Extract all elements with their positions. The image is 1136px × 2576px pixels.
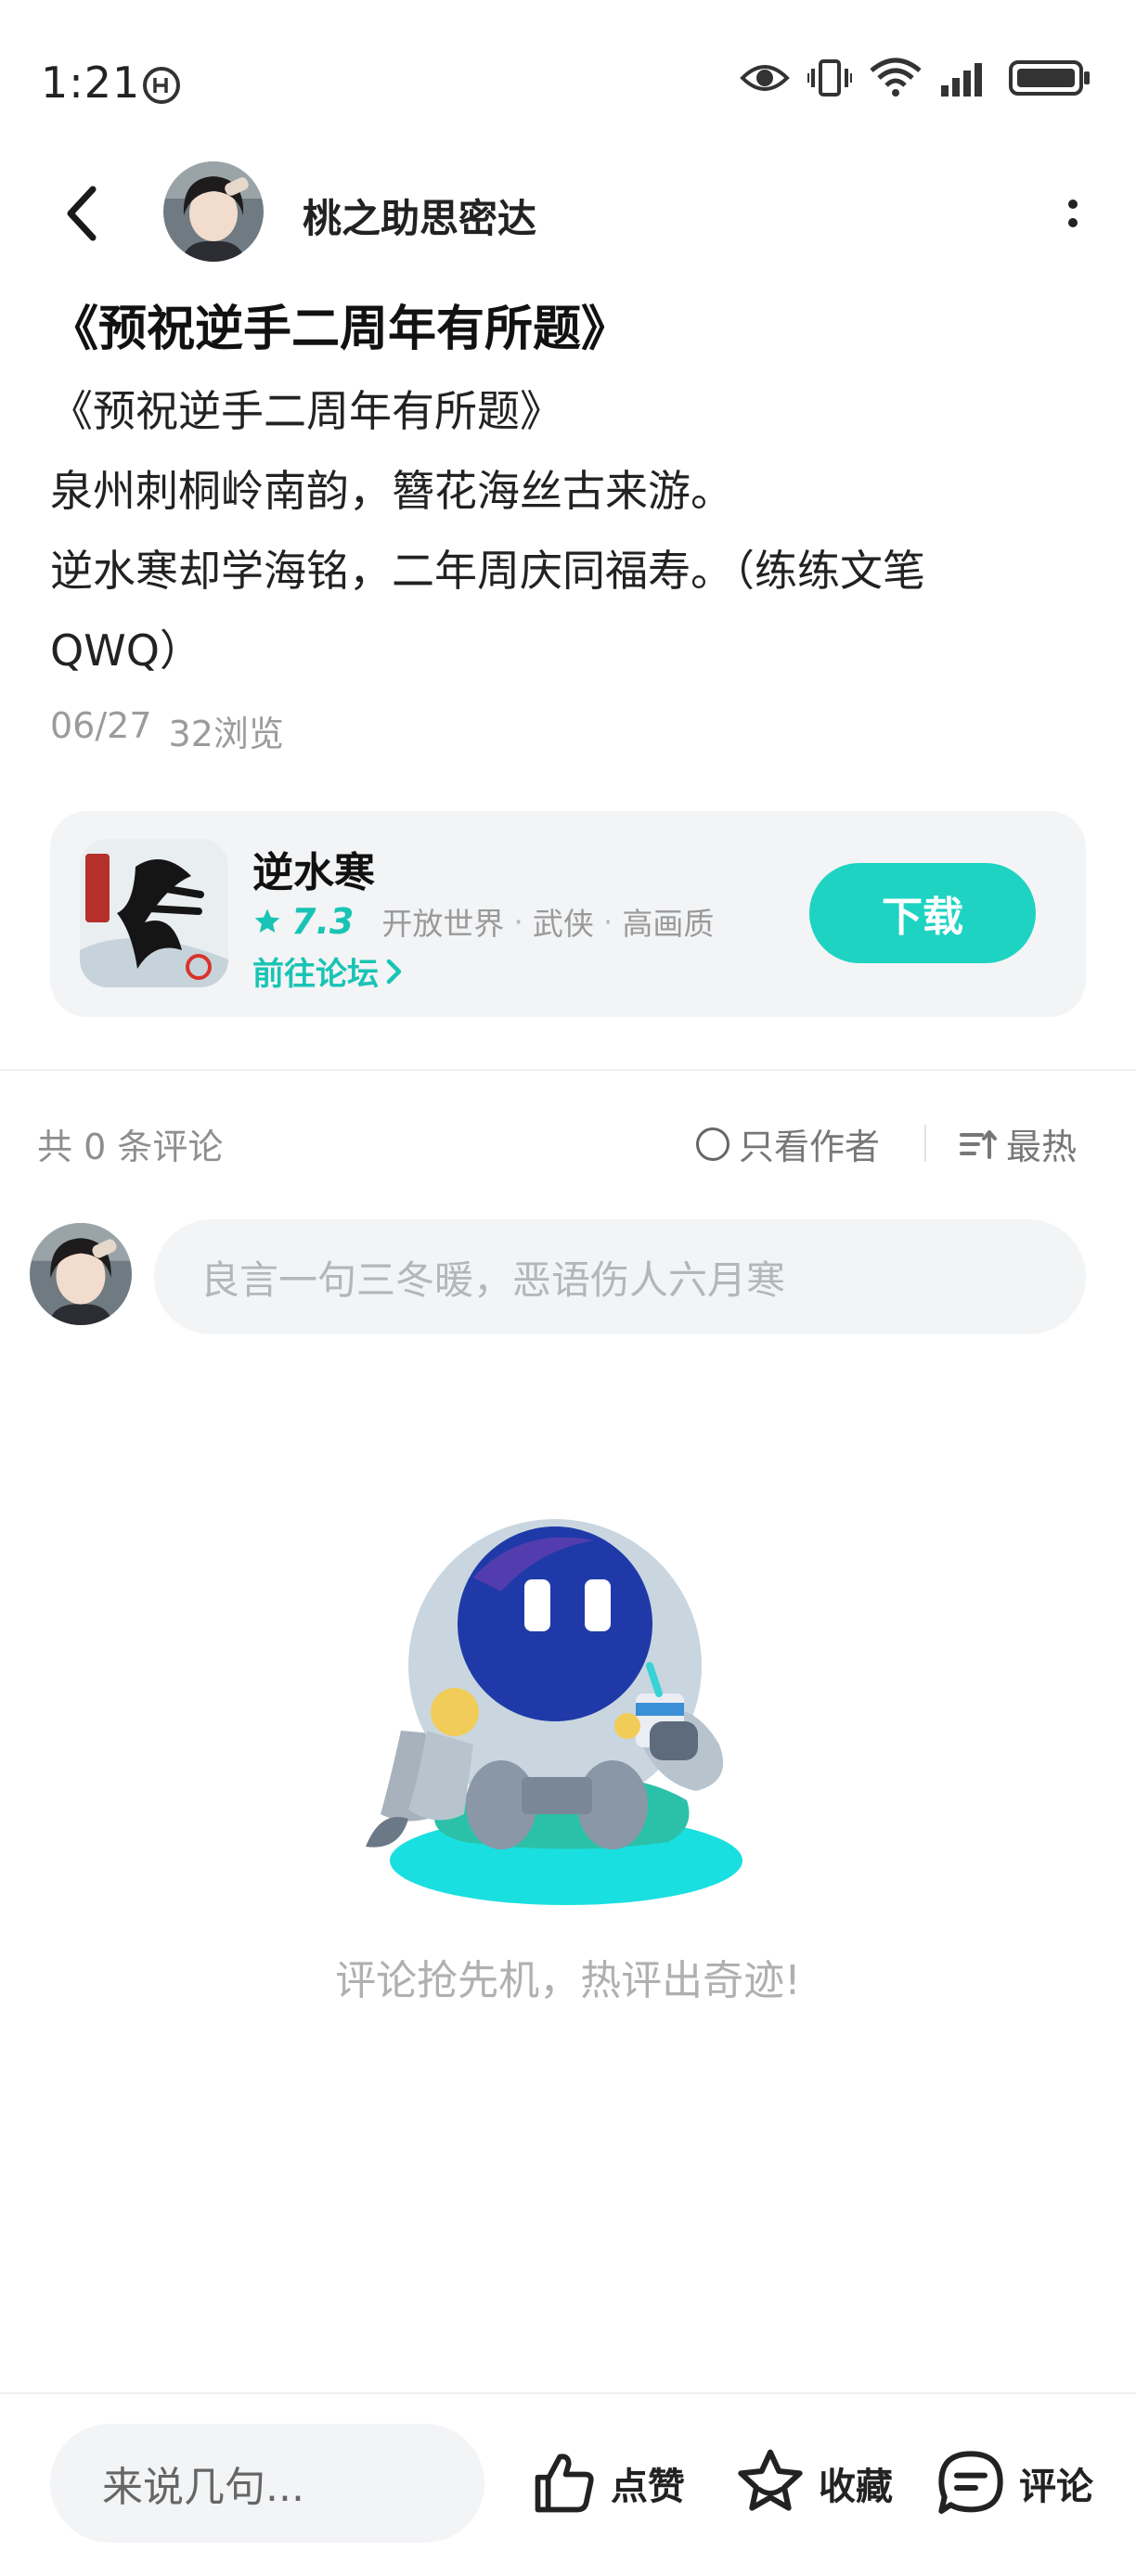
favorite-label: 收藏 (819, 2466, 893, 2508)
star-outline-icon (738, 2449, 803, 2511)
more-vertical-icon (1068, 200, 1078, 209)
post-title: 《预祝逆手二周年有所题》 (50, 302, 630, 357)
like-label: 点赞 (611, 2466, 685, 2508)
vertical-separator (924, 1125, 926, 1162)
data-saver-icon (143, 67, 180, 104)
avatar-image (30, 1223, 132, 1325)
comment-count: 共 0 条评论 (37, 1127, 224, 1167)
thumbs-up-icon (535, 2454, 594, 2513)
post-body-line: QWQ） (50, 625, 202, 676)
game-logo-image (80, 839, 228, 987)
section-divider (0, 1069, 1136, 1071)
post-body-line: 逆水寒却学海铭，二年周庆同福寿。（练练文笔 (50, 546, 925, 596)
post-header: 桃之助思密达 (0, 158, 1136, 269)
game-rating-row: 7.3 开放世界 · 武侠 · 高画质 (252, 899, 714, 944)
battery-icon (1009, 60, 1090, 96)
bottom-comment-input[interactable]: 来说几句... (50, 2424, 484, 2543)
comment-bubble-icon (938, 2451, 1003, 2514)
post-meta: 06/27 32浏览 (50, 705, 284, 756)
post-date: 06/27 (50, 705, 152, 746)
post-body-line: 《预祝逆手二周年有所题》 (50, 386, 562, 436)
status-bar: 1:21 (0, 0, 1136, 158)
avatar-image (163, 161, 264, 262)
empty-state-text: 评论抢先机，热评出奇迹! (335, 1957, 801, 2004)
back-button[interactable] (52, 178, 111, 249)
signal-icon (941, 63, 982, 97)
chevron-left-icon (67, 186, 97, 241)
my-avatar (30, 1223, 132, 1325)
vibrate-icon (807, 59, 852, 97)
status-icons (739, 58, 1091, 98)
bottom-divider (0, 2392, 1136, 2394)
author-only-toggle[interactable]: 只看作者 (696, 1118, 880, 1169)
comment-input-placeholder: 良言一句三冬暖，恶语伤人六月寒 (200, 1256, 786, 1303)
game-tag: 武侠 (532, 906, 594, 942)
radio-icon (696, 1127, 729, 1161)
game-card[interactable]: 逆水寒 7.3 开放世界 · 武侠 · 高画质 前往论坛 下载 (50, 811, 1086, 1017)
empty-state-illustration (353, 1503, 798, 1921)
tag-separator: · (602, 903, 613, 940)
post-views: 32浏览 (168, 714, 284, 754)
chevron-right-icon (386, 959, 402, 984)
forum-link-label: 前往论坛 (252, 956, 379, 993)
post-body: 《预祝逆手二周年有所题》 泉州刺桐岭南韵，簪花海丝古来游。 逆水寒却学海铭，二年… (50, 371, 1090, 690)
game-tag: 高画质 (622, 906, 715, 942)
game-icon[interactable] (80, 839, 228, 987)
status-time: 1:21 (41, 58, 141, 108)
game-score: 7.3 (291, 901, 355, 942)
comment-button[interactable]: 评论 (934, 2439, 1093, 2528)
author-only-label: 只看作者 (739, 1127, 881, 1167)
sort-hot-button[interactable]: 最热 (960, 1118, 1077, 1169)
more-options-button[interactable] (1047, 186, 1099, 241)
tag-separator: · (513, 903, 523, 940)
forum-link[interactable]: 前往论坛 (252, 948, 405, 994)
star-icon (254, 908, 280, 933)
comment-label: 评论 (1019, 2466, 1093, 2508)
comment-input[interactable]: 良言一句三冬暖，恶语伤人六月寒 (154, 1219, 1086, 1334)
sort-label: 最热 (1006, 1127, 1078, 1167)
eye-icon (740, 65, 790, 91)
game-name[interactable]: 逆水寒 (252, 839, 375, 898)
game-tag: 开放世界 (381, 906, 505, 942)
post-body-line: 泉州刺桐岭南韵，簪花海丝古来游。 (50, 466, 733, 516)
author-avatar[interactable] (163, 161, 264, 262)
wifi-icon (870, 58, 922, 97)
author-name[interactable]: 桃之助思密达 (303, 187, 536, 244)
bottom-input-placeholder: 来说几句... (102, 2464, 304, 2511)
robot-mascot-icon (366, 1519, 742, 1905)
sort-icon (960, 1129, 997, 1159)
like-button[interactable]: 点赞 (529, 2439, 685, 2528)
download-button[interactable]: 下载 (809, 863, 1036, 963)
favorite-button[interactable]: 收藏 (733, 2439, 893, 2528)
